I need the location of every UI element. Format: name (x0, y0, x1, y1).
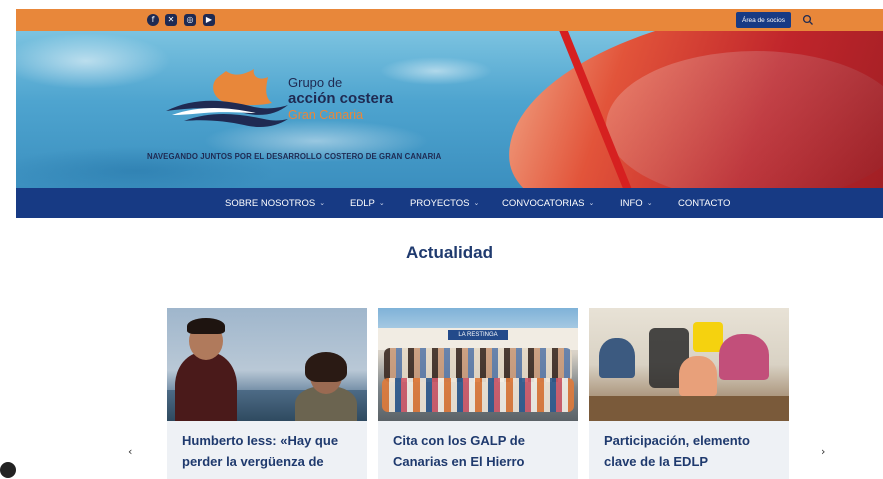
carousel-next-button[interactable]: › (821, 445, 825, 458)
top-bar: f ✕ ◎ ▶ Área de socios (16, 9, 883, 31)
nav-label: CONTACTO (678, 197, 731, 209)
news-card-image[interactable] (167, 308, 367, 421)
news-card-image[interactable] (589, 308, 789, 421)
brand-line-1: Grupo de (288, 75, 343, 90)
brand-logo-icon[interactable] (164, 63, 294, 133)
nav-label: SOBRE NOSOTROS (225, 197, 316, 209)
news-card-title[interactable]: Humberto Iess: «Hay que perder la vergüe… (182, 430, 352, 472)
chevron-down-icon: ⌄ (646, 199, 653, 207)
nav-label: EDLP (350, 197, 375, 209)
nav-item-sobre-nosotros[interactable]: SOBRE NOSOTROS ⌄ (225, 188, 325, 218)
cookie-settings-icon[interactable] (0, 462, 16, 478)
section-title: Actualidad (406, 243, 493, 262)
facebook-icon[interactable]: f (147, 14, 159, 26)
nav-item-convocatorias[interactable]: CONVOCATORIAS ⌄ (502, 188, 594, 218)
nav-item-edlp[interactable]: EDLP ⌄ (350, 188, 385, 218)
main-nav: SOBRE NOSOTROS ⌄ EDLP ⌄ PROYECTOS ⌄ CONVOCA… (16, 188, 883, 218)
photo-sign: LA RESTINGA (448, 330, 508, 340)
nav-item-contacto[interactable]: CONTACTO (678, 188, 730, 218)
site-tagline: NAVEGANDO JUNTOS POR EL DESARROLLO COSTE… (147, 152, 442, 161)
instagram-icon[interactable]: ◎ (184, 14, 196, 26)
brand-line-3: Gran Canaria (288, 108, 364, 122)
nav-item-proyectos[interactable]: PROYECTOS ⌄ (410, 188, 479, 218)
youtube-icon[interactable]: ▶ (203, 14, 215, 26)
nav-label: INFO (620, 197, 643, 209)
news-card-image[interactable]: LA RESTINGA (378, 308, 578, 421)
brand-line-2: acción costera (288, 90, 394, 107)
nav-label: PROYECTOS (410, 197, 470, 209)
page: f ✕ ◎ ▶ Área de socios Grupo de acción c… (16, 9, 883, 479)
news-card[interactable]: LA RESTINGA Cita con los GALP de Canaria… (378, 308, 578, 479)
search-icon[interactable] (802, 14, 814, 26)
x-icon[interactable]: ✕ (165, 14, 177, 26)
chevron-down-icon: ⌄ (378, 199, 385, 207)
nav-label: CONVOCATORIAS (502, 197, 585, 209)
news-card[interactable]: Humberto Iess: «Hay que perder la vergüe… (167, 308, 367, 479)
chevron-down-icon: ⌄ (473, 199, 480, 207)
hero-banner: Grupo de acción costera Gran Canaria NAV… (16, 31, 883, 188)
person-photo (175, 352, 237, 421)
nav-item-info[interactable]: INFO ⌄ (620, 188, 653, 218)
chevron-down-icon: ⌄ (588, 199, 595, 207)
carousel-prev-button[interactable]: ‹ (128, 445, 132, 458)
news-card-title[interactable]: Participación, elemento clave de la EDLP (604, 430, 774, 472)
news-card[interactable]: Participación, elemento clave de la EDLP (589, 308, 789, 479)
members-area-button[interactable]: Área de socios (736, 12, 791, 28)
chevron-down-icon: ⌄ (319, 199, 326, 207)
news-card-title[interactable]: Cita con los GALP de Canarias en El Hier… (393, 430, 563, 472)
